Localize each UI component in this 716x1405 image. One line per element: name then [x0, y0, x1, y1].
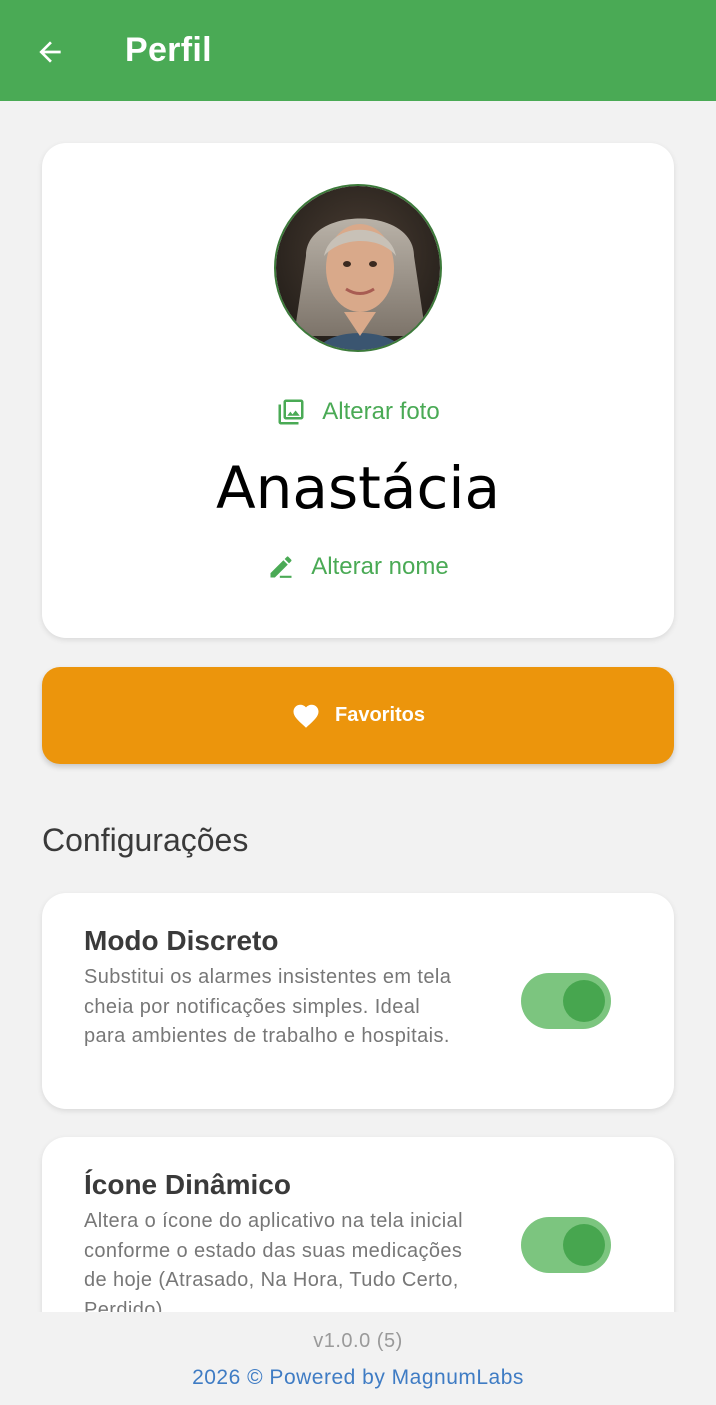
- change-photo-button[interactable]: Alterar foto: [42, 394, 674, 430]
- avatar-photo: [276, 186, 440, 350]
- settings-section-title: Configurações: [42, 822, 249, 858]
- arrow-back-icon: [39, 41, 61, 63]
- setting-description: Substitui os alarmes insistentes em tela…: [84, 966, 452, 1047]
- discreet-mode-toggle[interactable]: [521, 973, 611, 1029]
- avatar: [274, 184, 442, 352]
- dynamic-icon-toggle[interactable]: [521, 1217, 611, 1273]
- change-name-button[interactable]: Alterar nome: [42, 549, 674, 585]
- page-title: Perfil: [125, 31, 212, 69]
- profile-screen: Perfil Alterar foto Anastácia Alterar no…: [0, 0, 716, 1405]
- setting-card-discreet-mode: Modo Discreto Substitui os alarmes insis…: [42, 893, 674, 1109]
- toggle-knob: [563, 1224, 605, 1266]
- back-button[interactable]: [28, 30, 72, 74]
- change-photo-label: Alterar foto: [322, 398, 440, 425]
- favorites-button[interactable]: Favoritos: [42, 667, 674, 764]
- image-gallery-icon: [278, 399, 304, 425]
- setting-description: Altera o ícone do aplicativo na tela ini…: [84, 1210, 463, 1321]
- footer: [0, 1312, 716, 1405]
- app-version: v1.0.0 (5): [313, 1330, 403, 1352]
- heart-icon: [293, 704, 319, 728]
- favorites-label: Favoritos: [334, 704, 426, 726]
- toggle-knob: [563, 980, 605, 1022]
- change-name-label: Alterar nome: [311, 553, 449, 580]
- setting-title: Modo Discreto: [84, 925, 279, 956]
- app-bar: Perfil: [0, 0, 716, 101]
- user-name: Anastácia: [215, 454, 501, 522]
- powered-by-link[interactable]: 2026 © Powered by MagnumLabs: [0, 1366, 716, 1390]
- setting-title: Ícone Dinâmico: [84, 1169, 291, 1200]
- edit-pencil-icon: [270, 556, 292, 578]
